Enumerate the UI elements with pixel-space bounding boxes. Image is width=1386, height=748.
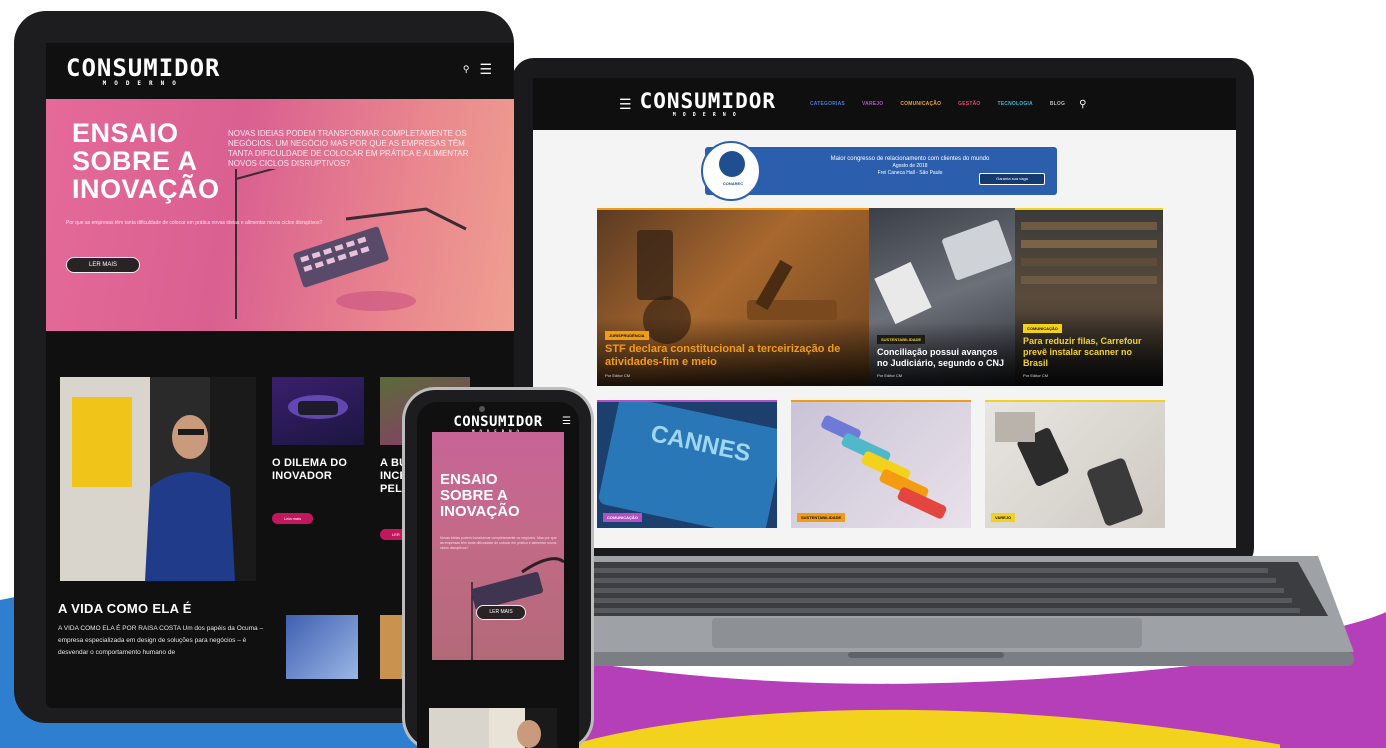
feature-text: A VIDA COMO ELA É POR RAISA COSTA Um dos… (58, 625, 264, 656)
tablet-header: CONSUMIDOR MODERNO ⚲ ☰ (46, 43, 514, 99)
card-tag: JURISPRUDÊNCIA (605, 331, 649, 340)
menu-icon[interactable]: ☰ (619, 96, 632, 113)
card-title[interactable]: STF declara constitucional a terceirizaç… (605, 343, 861, 369)
portrait-image (429, 708, 557, 748)
phone-logo[interactable]: CONSUMIDOR MODERNO (453, 415, 542, 434)
read-more-button[interactable]: LER MAIS (66, 257, 140, 273)
payment-image (995, 412, 1143, 526)
card-title[interactable]: Para reduzir filas, Carrefour prevê inst… (1023, 336, 1155, 369)
menu-icon[interactable]: ☰ (562, 416, 571, 427)
menu-item-blog[interactable]: BLOG (1050, 101, 1065, 107)
article-image[interactable] (286, 615, 358, 679)
card-tag: COMUNICAÇÃO (603, 513, 642, 522)
hero-title: ENSAIO SOBRE A INOVAÇÃO (440, 472, 520, 520)
card-byline: Por Editor CM (605, 373, 631, 378)
ad-dates: Agosto de 2018 (892, 163, 928, 169)
laptop-content: CONAREC Maior congresso de relacionament… (533, 130, 1236, 548)
ad-logo: CONAREC (701, 141, 761, 201)
article-image[interactable] (272, 377, 364, 445)
card-byline: Por Editor CM (1023, 373, 1049, 378)
tablet-logo[interactable]: CONSUMIDOR MODERNO (66, 56, 221, 87)
phone-screen: CONSUMIDOR MODERNO ☰ ENSAIO SOBRE A INOV… (417, 402, 579, 748)
chalk-image (821, 415, 947, 519)
feature-title[interactable]: A VIDA COMO ELA É (58, 601, 192, 616)
article-thumbnail[interactable] (429, 708, 557, 748)
news-card-main[interactable]: JURISPRUDÊNCIA STF declara constituciona… (597, 208, 869, 386)
search-icon[interactable]: ⚲ (1079, 99, 1086, 110)
logo-sub: MODERNO (672, 111, 743, 118)
feature-image[interactable] (60, 377, 256, 581)
search-icon[interactable]: ⚲ (463, 64, 470, 75)
card-overlay: JURISPRUDÊNCIA STF declara constituciona… (597, 318, 869, 386)
news-card[interactable]: COMUNICAÇÃO Para reduzir filas, Carrefou… (1015, 208, 1163, 386)
card-title[interactable]: Conciliação possui avanços no Judiciário… (877, 347, 1007, 369)
logo-text: CONSUMIDOR (66, 53, 221, 82)
menu-icon[interactable]: ☰ (479, 61, 492, 78)
laptop-keyboard-base (498, 556, 1354, 666)
globe-icon (719, 151, 745, 177)
laptop-screen: ☰ CONSUMIDOR MODERNO CATEGORIAS VAREJO C… (533, 78, 1236, 548)
ad-cta-button[interactable]: Garanta sua vaga (979, 173, 1045, 185)
laptop-menu: CATEGORIAS VAREJO COMUNICAÇÃO GESTÃO TEC… (810, 101, 1065, 107)
laptop-logo[interactable]: CONSUMIDOR MODERNO (639, 88, 776, 118)
hero-body: Novas ideias podem transformar completam… (440, 536, 557, 550)
article-title-line: INOVADOR (272, 470, 333, 482)
hero-title-line: SOBRE A (440, 487, 508, 504)
hero-title-line: ENSAIO (72, 118, 179, 148)
read-more-button[interactable]: Leia mais (272, 513, 314, 524)
card-tag: SUSTENTABILIDADE (877, 335, 926, 344)
card-tag: COMUNICAÇÃO (1023, 324, 1062, 333)
laptop-navbar: ☰ CONSUMIDOR MODERNO CATEGORIAS VAREJO C… (533, 78, 1236, 130)
hero-title-line: ENSAIO (440, 471, 498, 488)
card-tag: VAREJO (991, 513, 1016, 522)
hero-title-line: INOVAÇÃO (72, 174, 220, 204)
news-card-small[interactable]: CANNES COMUNICAÇÃO (597, 400, 777, 528)
article-title-line: O DILEMA DO (272, 457, 348, 469)
read-more-button[interactable]: LER MAIS (476, 605, 526, 620)
menu-item-gestao[interactable]: GESTÃO (958, 101, 980, 107)
news-card-small[interactable]: SUSTENTABILIDADE (791, 400, 971, 528)
hero-body: Por que as empresas têm tanta dificuldad… (66, 220, 323, 226)
ad-badge: CONAREC (722, 181, 744, 186)
phone-hero: ENSAIO SOBRE A INOVAÇÃO Novas ideias pod… (432, 432, 564, 660)
ad-headline: Maior congresso de relacionamento com cl… (830, 156, 990, 162)
card-overlay: COMUNICAÇÃO Para reduzir filas, Carrefou… (1015, 311, 1163, 386)
menu-item-varejo[interactable]: VAREJO (862, 101, 883, 107)
logo-text: CONSUMIDOR (639, 88, 776, 113)
keyboard-illustration (235, 169, 467, 319)
hero-lead: NOVAS IDEIAS PODEM TRANSFORMAR COMPLETAM… (228, 129, 469, 168)
menu-item-categorias[interactable]: CATEGORIAS (810, 101, 845, 107)
cannes-image: CANNES (598, 402, 777, 528)
menu-item-comunicacao[interactable]: COMUNICAÇÃO (900, 101, 941, 107)
portrait-image (60, 377, 256, 581)
card-byline: Por Editor CM (877, 373, 903, 378)
hero-title: ENSAIO SOBRE A INOVAÇÃO (72, 119, 220, 203)
tablet-header-icons: ⚲ ☰ (463, 61, 492, 78)
news-card-small[interactable]: VAREJO (985, 400, 1165, 528)
logo-text: CONSUMIDOR (453, 413, 543, 430)
hero-title-line: INOVAÇÃO (440, 503, 520, 520)
article-title[interactable]: O DILEMA DO INOVADOR (272, 457, 347, 483)
tablet-hero: ENSAIO SOBRE A INOVAÇÃO NOVAS IDEIAS POD… (46, 99, 514, 331)
hero-title-line: SOBRE A (72, 146, 198, 176)
phone: CONSUMIDOR MODERNO ☰ ENSAIO SOBRE A INOV… (405, 390, 591, 748)
card-overlay: SUSTENTABILIDADE Conciliação possui avan… (869, 322, 1015, 386)
menu-item-tecnologia[interactable]: TECNOLOGIA (998, 101, 1033, 107)
ad-banner[interactable]: CONAREC Maior congresso de relacionament… (701, 141, 1057, 201)
vr-image (288, 395, 348, 419)
card-tag: SUSTENTABILIDADE (797, 513, 846, 522)
devices-mockup: ☰ CONSUMIDOR MODERNO CATEGORIAS VAREJO C… (0, 0, 1386, 748)
news-card[interactable]: SUSTENTABILIDADE Conciliação possui avan… (869, 208, 1015, 386)
